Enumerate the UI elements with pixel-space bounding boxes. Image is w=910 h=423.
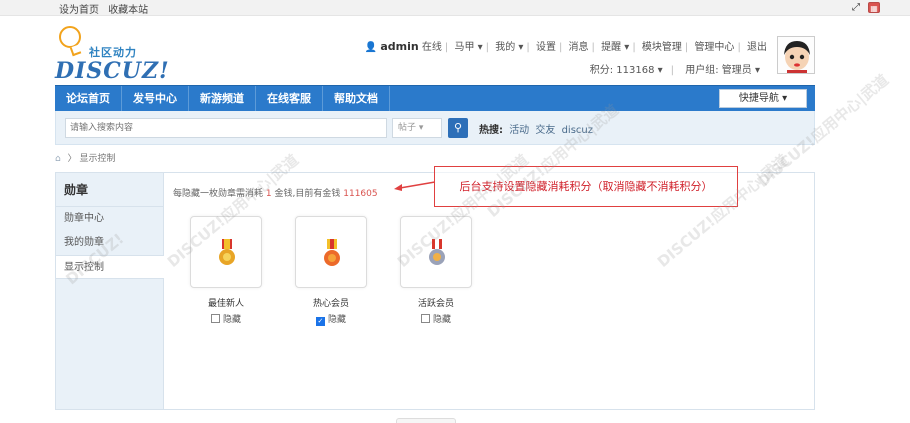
medal-icon — [324, 239, 340, 266]
hide-checkbox-checked[interactable]: ✓ — [315, 317, 325, 326]
search-type-label: 帖子 — [398, 123, 417, 133]
medal-name: 热心会员 — [312, 299, 349, 309]
search-input[interactable] — [65, 118, 387, 138]
hide-label: 隐藏 — [432, 315, 451, 325]
hot-label: 热搜: — [479, 125, 503, 136]
top-links: 设为首页 收藏本站 — [59, 1, 154, 16]
hot-item[interactable]: 活动 — [509, 125, 529, 136]
nav-new-games[interactable]: 新游频道 — [189, 86, 256, 111]
medal-image[interactable] — [190, 216, 262, 288]
footer-element — [396, 418, 456, 423]
search-bar: 帖子 ▾ ⚲ 热搜: 活动 交友 discuz — [55, 111, 815, 145]
hot-item[interactable]: 交友 — [535, 125, 555, 136]
sidebar: 勋章 勋章中心 我的勋章 显示控制 — [56, 173, 164, 409]
hide-label: 隐藏 — [222, 315, 241, 325]
menu-mine[interactable]: 我的 — [495, 42, 515, 53]
hide-checkbox-row[interactable]: 隐藏 — [396, 312, 476, 325]
points[interactable]: 积分: 113168 — [590, 65, 655, 76]
search-icon: ⚲ — [453, 121, 463, 134]
set-home-link[interactable]: 设为首页 — [59, 5, 99, 16]
menu-admin[interactable]: 管理中心 — [694, 42, 734, 53]
hide-checkbox-row[interactable]: ✓ 隐藏 — [291, 312, 371, 326]
sidebar-title: 勋章 — [56, 173, 163, 207]
username-link[interactable]: admin — [380, 40, 418, 53]
nav-forum-home[interactable]: 论坛首页 — [55, 86, 122, 111]
user-meta: 积分: 113168 ▾ | 用户组: 管理员 ▾ — [589, 65, 760, 76]
sidebar-item-my-medals[interactable]: 我的勋章 — [56, 231, 163, 255]
hide-label: 隐藏 — [327, 315, 346, 325]
menu-module[interactable]: 模块管理 — [642, 42, 682, 53]
menu-settings[interactable]: 设置 — [536, 42, 556, 53]
hide-checkbox-row[interactable]: 隐藏 — [186, 312, 266, 325]
menu-logout[interactable]: 退出 — [747, 42, 767, 53]
annotation-box: 后台支持设置隐藏消耗积分（取消隐藏不消耗积分） — [434, 166, 738, 207]
tip-balance: 111605 — [343, 189, 378, 199]
hot-item[interactable]: discuz — [562, 125, 593, 136]
tip-mid: 金钱,目前有金钱 — [274, 189, 341, 199]
menu-notices[interactable]: 提醒 — [601, 42, 621, 53]
hide-checkbox[interactable] — [210, 314, 220, 323]
breadcrumb-current[interactable]: 显示控制 — [79, 154, 115, 164]
main-nav: 论坛首页 发号中心 新游频道 在线客服 帮助文档 快捷导航 ▾ — [55, 85, 815, 111]
medal-card: 最佳新人 隐藏 — [186, 216, 266, 325]
top-icons: ⤢ ▦ — [850, 2, 880, 13]
medal-name: 最佳新人 — [207, 299, 244, 309]
nav-help-docs[interactable]: 帮助文档 — [323, 86, 390, 111]
search-button[interactable]: ⚲ — [448, 118, 468, 138]
menu-vest[interactable]: 马甲 — [454, 42, 474, 53]
medal-image[interactable] — [400, 216, 472, 288]
sidebar-item-medal-center[interactable]: 勋章中心 — [56, 207, 163, 231]
quick-nav-label: 快捷导航 — [738, 93, 779, 104]
tip-cost: 1 — [265, 189, 272, 199]
site-logo[interactable]: 社区动力 DISCUZ! — [55, 26, 175, 86]
menu-messages[interactable]: 消息 — [569, 42, 589, 53]
hide-checkbox[interactable] — [420, 314, 430, 323]
quick-nav-button[interactable]: 快捷导航 ▾ — [719, 89, 807, 108]
home-icon[interactable]: ⌂ — [55, 154, 61, 164]
avatar-image — [778, 37, 814, 73]
nav-online-service[interactable]: 在线客服 — [256, 86, 323, 111]
bookmark-link[interactable]: 收藏本站 — [108, 5, 148, 16]
nav-codes[interactable]: 发号中心 — [122, 86, 189, 111]
logo-en: DISCUZ! — [55, 58, 170, 84]
medal-icon — [429, 239, 445, 265]
top-bar: 设为首页 收藏本站 ⤢ ▦ — [0, 0, 910, 16]
avatar[interactable] — [777, 36, 815, 74]
logo-bubble-icon — [59, 26, 81, 48]
breadcrumb-sep: 〉 — [67, 154, 77, 164]
content: 每隐藏一枚勋章需消耗 1 金钱,目前有金钱 111605 最佳新人 隐藏 热心会… — [165, 173, 814, 409]
user-group[interactable]: 用户组: 管理员 — [685, 65, 752, 76]
hot-searches: 热搜: 活动 交友 discuz — [479, 121, 593, 136]
medal-image[interactable] — [295, 216, 367, 288]
medal-icon — [219, 239, 235, 265]
user-icon: 👤 — [364, 42, 378, 53]
user-nav: 👤 admin 在线 | 马甲 ▾ | 我的 ▾ | 设置 | 消息 | 提醒 ▾ | 模块… — [364, 40, 767, 53]
search-type-select[interactable]: 帖子 ▾ — [392, 118, 442, 138]
annotation-arrow-icon — [394, 181, 436, 191]
medal-name: 活跃会员 — [417, 299, 454, 309]
fullscreen-icon[interactable]: ⤢ — [850, 2, 862, 13]
medal-card: 热心会员 ✓ 隐藏 — [291, 216, 371, 326]
online-status[interactable]: 在线 — [422, 42, 442, 53]
breadcrumb: ⌂ 〉 显示控制 — [55, 151, 116, 164]
main-panel: 勋章 勋章中心 我的勋章 显示控制 每隐藏一枚勋章需消耗 1 金钱,目前有金钱 … — [55, 172, 815, 410]
medal-card: 活跃会员 隐藏 — [396, 216, 476, 325]
tip-prefix: 每隐藏一枚勋章需消耗 — [173, 189, 264, 199]
app-icon[interactable]: ▦ — [868, 2, 880, 13]
sidebar-item-display-control[interactable]: 显示控制 — [56, 255, 164, 279]
cost-tip: 每隐藏一枚勋章需消耗 1 金钱,目前有金钱 111605 — [173, 186, 378, 199]
header: 社区动力 DISCUZ! 👤 admin 在线 | 马甲 ▾ | 我的 ▾ | 设置 |… — [55, 16, 815, 84]
